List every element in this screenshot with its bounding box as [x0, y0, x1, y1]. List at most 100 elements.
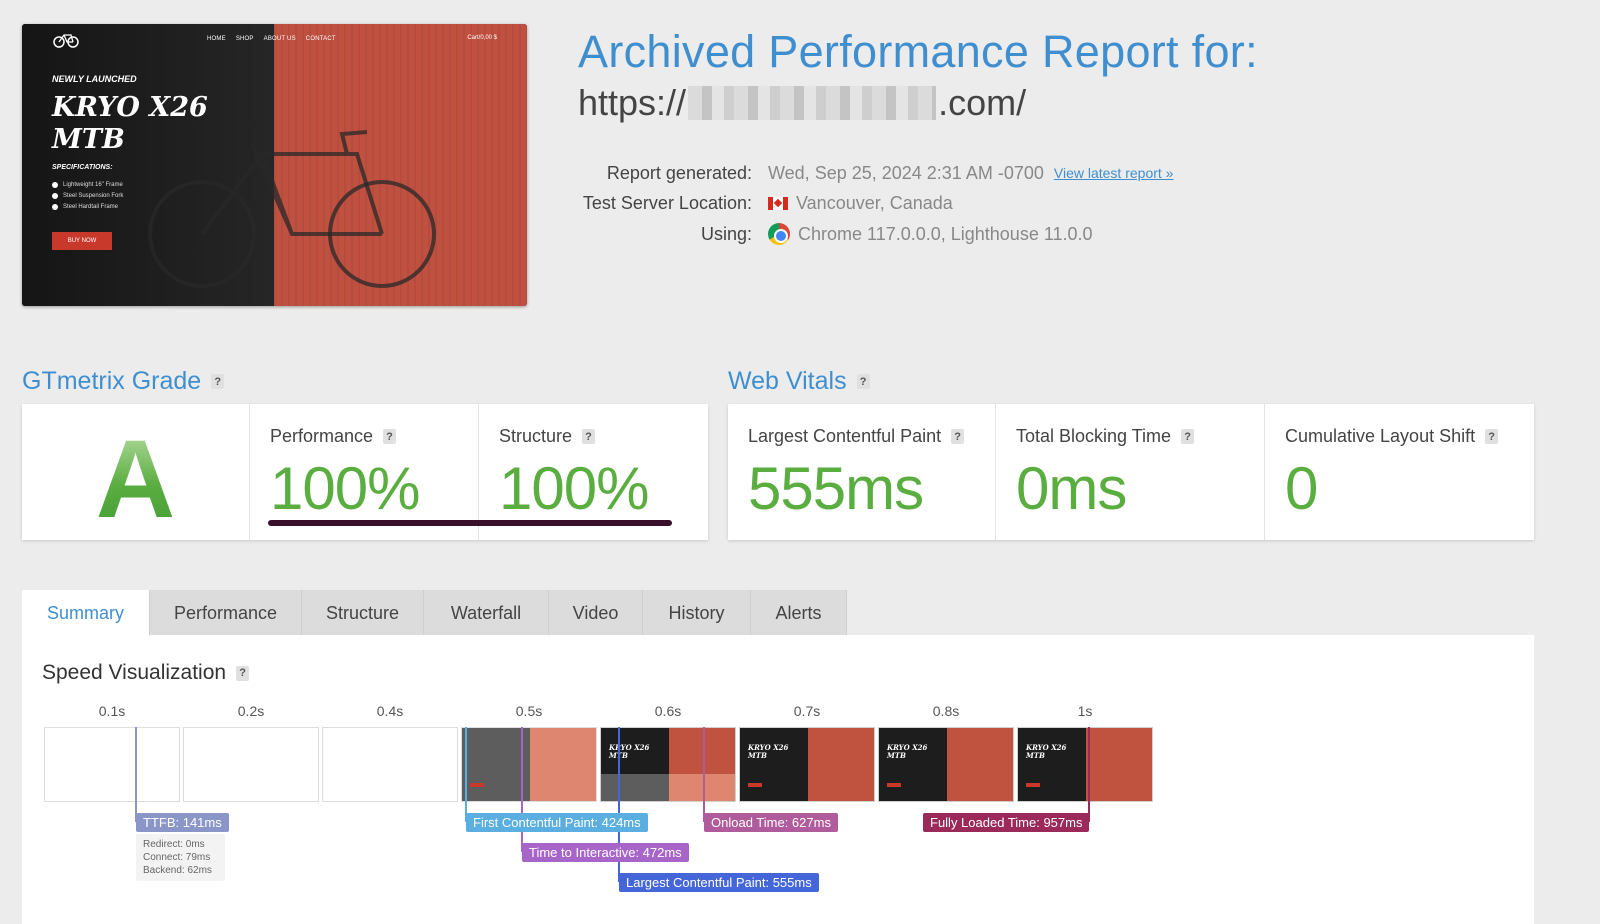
preview-nav-about: ABOUT US — [263, 36, 296, 42]
filmstrip-frame[interactable]: KRYO X26MTB — [600, 727, 736, 802]
frame-grey-half — [462, 728, 530, 801]
report-generated-label: Report generated: — [606, 162, 752, 183]
view-latest-report-link[interactable]: View latest report » — [1054, 165, 1174, 181]
meta-row-location: Test Server Location: Vancouver, Canada — [560, 189, 1173, 220]
ttfb-breakdown: Redirect: 0ms Connect: 79ms Backend: 62m… — [136, 834, 225, 881]
url-suffix: .com/ — [938, 82, 1027, 123]
performance-label-text: Performance — [270, 426, 374, 446]
fcp-marker-line — [465, 727, 467, 822]
tab-video[interactable]: Video — [549, 590, 643, 636]
help-icon[interactable]: ? — [236, 665, 250, 681]
tbt-cell: Total Blocking Time ? 0ms — [996, 404, 1265, 540]
filmstrip-frame[interactable]: KRYO X26MTB — [739, 727, 875, 802]
filmstrip-frame[interactable] — [44, 727, 180, 802]
onload-label[interactable]: Onload Time: 627ms — [704, 813, 838, 832]
help-icon[interactable]: ? — [1485, 429, 1499, 444]
lcp-value: 555ms — [748, 455, 924, 522]
report-tabs: Summary Performance Structure Waterfall … — [22, 590, 847, 636]
frame-mini-button — [470, 783, 484, 787]
connect-time: Connect: 79ms — [143, 852, 211, 863]
tab-summary[interactable]: Summary — [22, 590, 150, 636]
using-value: Chrome 117.0.0.0, Lighthouse 11.0.0 — [768, 223, 1093, 246]
frame-peach-half — [530, 728, 596, 801]
tab-waterfall[interactable]: Waterfall — [424, 590, 549, 636]
filmstrip-frame[interactable]: KRYO X26MTB — [878, 727, 1014, 802]
ttfb-marker-line — [135, 727, 137, 822]
frame-mini-button — [748, 783, 762, 787]
grade-cell: A — [22, 404, 250, 541]
cls-label: Cumulative Layout Shift ? — [1285, 426, 1499, 447]
location-text: Vancouver, Canada — [796, 193, 953, 214]
onload-marker-line — [703, 727, 705, 822]
web-vitals-card: Largest Contentful Paint ? 555ms Total B… — [728, 404, 1534, 540]
tick-label: 0.1s — [98, 703, 126, 719]
speed-visualization-title: Speed Visualization — [42, 661, 227, 684]
help-icon[interactable]: ? — [582, 429, 596, 444]
tti-marker-line — [521, 727, 523, 852]
structure-label-text: Structure — [499, 426, 573, 446]
frame-text: KRYO X26MTB — [887, 744, 927, 760]
tab-performance[interactable]: Performance — [150, 590, 302, 636]
report-date: Wed, Sep 25, 2024 2:31 AM -0700 — [768, 162, 1044, 183]
lcp-label-text: Largest Contentful Paint — [748, 426, 942, 446]
filmstrip-frame[interactable] — [461, 727, 597, 802]
tti-label[interactable]: Time to Interactive: 472ms — [522, 843, 689, 862]
canada-flag-icon — [768, 197, 788, 211]
tbt-label-text: Total Blocking Time — [1016, 426, 1172, 446]
filmstrip-frame[interactable] — [322, 727, 458, 802]
preview-spec-item: Steel Suspension Fork — [52, 193, 123, 199]
frame-text: KRYO X26MTB — [1026, 744, 1066, 760]
tick-label: 0.4s — [376, 703, 404, 719]
tab-structure[interactable]: Structure — [302, 590, 424, 636]
preview-spec-list: Lightweight 16" Frame Steel Suspension F… — [52, 182, 123, 215]
preview-nav-contact: CONTACT — [305, 36, 336, 42]
lcp-cell: Largest Contentful Paint ? 555ms — [728, 404, 996, 540]
tick-label: 1s — [1077, 703, 1093, 719]
lcp-label: Largest Contentful Paint ? — [748, 426, 965, 447]
tab-history[interactable]: History — [643, 590, 751, 636]
ttfb-label[interactable]: TTFB: 141ms — [136, 813, 229, 832]
chrome-icon — [768, 223, 790, 246]
speed-visualization-heading: Speed Visualization ? — [42, 661, 250, 685]
preview-spec-title: SPECIFICATIONS: — [52, 164, 113, 171]
help-icon[interactable]: ? — [856, 374, 870, 389]
using-text: Chrome 117.0.0.0, Lighthouse 11.0.0 — [798, 223, 1093, 244]
preview-spec-item: Lightweight 16" Frame — [52, 182, 123, 188]
help-icon[interactable]: ? — [211, 374, 225, 389]
frame-text-line: MTB — [609, 752, 649, 760]
bicycle-image-icon — [148, 130, 436, 288]
tab-alerts[interactable]: Alerts — [751, 590, 847, 636]
tbt-value: 0ms — [1016, 455, 1127, 522]
frame-text-line: MTB — [1026, 751, 1045, 760]
fully-loaded-label[interactable]: Fully Loaded Time: 957ms — [923, 813, 1090, 832]
structure-label: Structure ? — [499, 426, 596, 447]
tick-label: 0.2s — [237, 703, 265, 719]
help-icon[interactable]: ? — [951, 429, 965, 444]
help-icon[interactable]: ? — [383, 429, 397, 444]
tick-label: 0.8s — [932, 703, 960, 719]
frame-red-half — [1086, 728, 1152, 801]
frame-text-line: MTB — [887, 751, 906, 760]
report-title: Archived Performance Report for: — [578, 26, 1258, 77]
performance-value: 100% — [270, 455, 420, 522]
bike-logo-icon — [53, 34, 79, 48]
frame-text: KRYO X26MTB — [609, 744, 649, 760]
preview-nav-shop: SHOP — [235, 36, 254, 42]
meta-row-generated: Report generated: Wed, Sep 25, 2024 2:31… — [560, 158, 1174, 189]
report-meta: Report generated: Wed, Sep 25, 2024 2:31… — [560, 158, 1173, 250]
web-vitals-heading: Web Vitals ? — [728, 367, 870, 396]
gtmetrix-grade-heading: GTmetrix Grade ? — [22, 367, 225, 396]
location-value: Vancouver, Canada — [768, 193, 953, 214]
fcp-label[interactable]: First Contentful Paint: 424ms — [466, 813, 648, 832]
cls-cell: Cumulative Layout Shift ? 0 — [1265, 404, 1534, 540]
lcp-label[interactable]: Largest Contentful Paint: 555ms — [619, 873, 819, 892]
filmstrip-frame[interactable]: KRYO X26MTB — [1017, 727, 1153, 802]
preview-nav: HOME SHOP ABOUT US CONTACT — [207, 36, 336, 42]
meta-row-using: Using: Chrome 117.0.0.0, Lighthouse 11.0… — [560, 219, 1173, 250]
location-label: Test Server Location: — [582, 193, 752, 214]
using-label: Using: — [700, 223, 752, 244]
filmstrip-frame[interactable] — [183, 727, 319, 802]
preview-buy-button: BUY NOW — [52, 232, 112, 250]
frame-red-half — [947, 728, 1013, 801]
help-icon[interactable]: ? — [1181, 429, 1195, 444]
